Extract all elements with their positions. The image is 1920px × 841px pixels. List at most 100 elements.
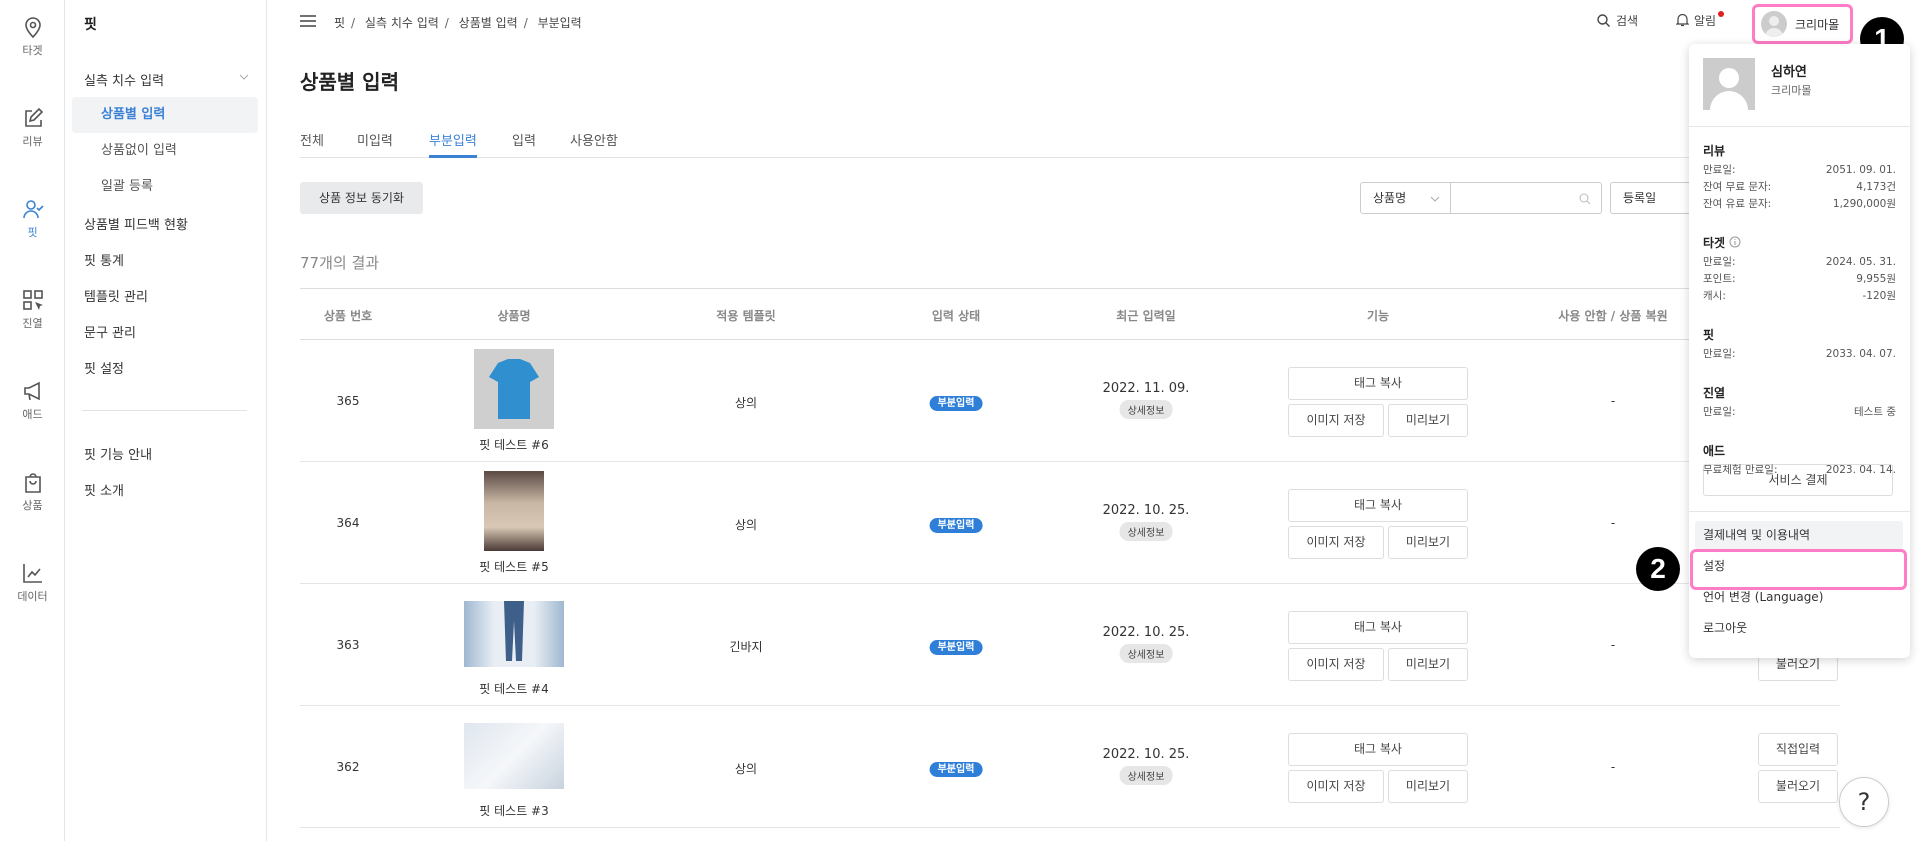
info-label: 캐시: <box>1703 290 1726 302</box>
product-name[interactable]: 핏 테스트 #5 <box>479 558 548 575</box>
detail-info-button[interactable]: 상세정보 <box>1119 766 1173 785</box>
product-image[interactable] <box>464 601 564 667</box>
template-name: 상의 <box>734 518 758 532</box>
chevron-down-icon <box>1430 196 1440 202</box>
save-image-button[interactable]: 이미지 저장 <box>1288 648 1384 681</box>
product-image[interactable] <box>484 471 544 551</box>
save-image-button[interactable]: 이미지 저장 <box>1288 770 1384 803</box>
rail-item-1[interactable]: 리뷰 <box>0 107 65 149</box>
alerts-button[interactable]: 알림 <box>1675 11 1725 29</box>
sidebar-item-feedback[interactable]: 상품별 피드백 현황 <box>84 214 188 233</box>
search-label: 검색 <box>1616 14 1639 28</box>
alerts-label: 알림 <box>1694 14 1717 28</box>
preview-button[interactable]: 미리보기 <box>1388 648 1468 681</box>
rail-item-label: 진열 <box>22 317 43 330</box>
rail-item-3[interactable]: 진열 <box>0 289 65 331</box>
preview-button[interactable]: 미리보기 <box>1388 526 1468 559</box>
product-name[interactable]: 핏 테스트 #4 <box>479 680 548 697</box>
info-line: 만료일: 2024. 05. 31. <box>1703 254 1896 271</box>
sidebar-item-templates[interactable]: 템플릿 관리 <box>84 286 148 305</box>
sidebar-title: 핏 <box>84 17 97 33</box>
tab-disabled[interactable]: 사용안함 <box>570 130 618 158</box>
sidebar-divider <box>82 410 247 411</box>
search-input[interactable] <box>1450 182 1602 214</box>
direct-input-button[interactable]: 직접입력 <box>1758 733 1838 766</box>
search-field-select[interactable]: 상품명 <box>1360 182 1451 214</box>
preview-button[interactable]: 미리보기 <box>1388 404 1468 437</box>
save-image-button[interactable]: 이미지 저장 <box>1288 404 1384 437</box>
tag-copy-button[interactable]: 태그 복사 <box>1288 733 1468 766</box>
megaphone-icon <box>23 381 40 401</box>
search-field-value: 상품명 <box>1373 191 1407 205</box>
sidebar-group-size-input[interactable]: 실측 치수 입력 <box>84 70 249 89</box>
disable-restore-value: - <box>1610 394 1616 408</box>
dropdown-divider <box>1689 126 1910 127</box>
info-value: 2051. 09. 01. <box>1825 164 1896 176</box>
tag-copy-button[interactable]: 태그 복사 <box>1288 367 1468 400</box>
menu-billing-history[interactable]: 결제내역 및 이용내역 <box>1695 521 1903 549</box>
tab-not-entered[interactable]: 미입력 <box>357 130 393 158</box>
sidebar-item-intro[interactable]: 핏 소개 <box>84 480 124 499</box>
sidebar-item-settings[interactable]: 핏 설정 <box>84 358 124 377</box>
product-name[interactable]: 핏 테스트 #6 <box>479 436 548 453</box>
breadcrumb-item[interactable]: 핏 <box>334 16 345 30</box>
shopping-bag-icon <box>24 473 41 493</box>
tab-partial[interactable]: 부분입력 <box>429 130 477 158</box>
disable-restore-value: - <box>1610 638 1616 652</box>
tab-entered[interactable]: 입력 <box>512 130 536 158</box>
col-name: 상품명 <box>497 309 531 323</box>
status-badge: 부분입력 <box>929 762 983 777</box>
rail-item-2[interactable]: 핏 <box>0 198 65 240</box>
sidebar-sub-product-input[interactable]: 상품별 입력 <box>72 97 258 133</box>
rail-item-label: 핏 <box>27 226 38 239</box>
search-icon[interactable] <box>1579 193 1591 205</box>
preview-button[interactable]: 미리보기 <box>1388 770 1468 803</box>
info-icon[interactable] <box>1729 236 1741 248</box>
info-value: -120원 <box>1862 290 1897 302</box>
last-input-date: 2022. 10. 25. <box>1102 503 1190 518</box>
info-label: 무료체험 만료일: <box>1703 464 1778 476</box>
dropdown-section: 애드 무료체험 만료일: 2023. 04. 14. <box>1703 442 1896 479</box>
sync-product-info-button[interactable]: 상품 정보 동기화 <box>300 182 423 214</box>
profile-button[interactable]: 크리마몰 <box>1752 4 1853 44</box>
breadcrumb-item[interactable]: 상품별 입력 <box>459 16 518 30</box>
tag-copy-button[interactable]: 태그 복사 <box>1288 611 1468 644</box>
sidebar-group-label: 실측 치수 입력 <box>84 74 165 89</box>
product-image[interactable] <box>474 349 554 429</box>
detail-info-button[interactable]: 상세정보 <box>1119 522 1173 541</box>
detail-info-button[interactable]: 상세정보 <box>1119 400 1173 419</box>
product-name[interactable]: 핏 테스트 #3 <box>479 802 548 819</box>
sidebar-item-stats[interactable]: 핏 통계 <box>84 250 124 269</box>
breadcrumb-item[interactable]: 실측 치수 입력 <box>365 16 439 30</box>
help-button[interactable]: ? <box>1839 777 1889 827</box>
sidebar-sub-bulk-register[interactable]: 일괄 등록 <box>72 169 258 205</box>
load-button[interactable]: 불러오기 <box>1758 770 1838 803</box>
table-row: 365 핏 테스트 #6 상의 부분입력 2022. 11. 09. 상세정보 태그 복사 이… <box>300 340 1840 462</box>
rail-item-4[interactable]: 애드 <box>0 380 65 422</box>
menu-logout[interactable]: 로그아웃 <box>1695 614 1903 642</box>
rail-item-5[interactable]: 상품 <box>0 471 65 513</box>
last-input-date: 2022. 10. 25. <box>1102 747 1190 762</box>
sidebar-item-phrases[interactable]: 문구 관리 <box>84 322 136 341</box>
save-image-button[interactable]: 이미지 저장 <box>1288 526 1384 559</box>
table-row: 362 핏 테스트 #3 상의 부분입력 2022. 10. 25. 상세정보 태그 복사 이… <box>300 706 1840 828</box>
tab-all[interactable]: 전체 <box>300 130 324 158</box>
user-check-icon <box>22 200 44 219</box>
info-line: 잔여 유료 문자: 1,290,000원 <box>1703 196 1896 213</box>
menu-icon[interactable] <box>300 15 316 27</box>
detail-info-button[interactable]: 상세정보 <box>1119 644 1173 663</box>
rail-item-0[interactable]: 타겟 <box>0 16 65 58</box>
info-label: 만료일: <box>1703 164 1736 176</box>
settings-highlight <box>1690 549 1907 590</box>
col-status: 입력 상태 <box>931 309 981 323</box>
info-line: 만료일: 2051. 09. 01. <box>1703 162 1896 179</box>
product-id: 365 <box>336 394 360 408</box>
table-header: 상품 번호 상품명 적용 템플릿 입력 상태 최근 입력일 기능 사용 안함 /… <box>300 288 1840 340</box>
product-image[interactable] <box>464 723 564 789</box>
sidebar-item-guide[interactable]: 핏 기능 안내 <box>84 444 152 463</box>
search-button[interactable]: 검색 <box>1597 12 1638 29</box>
sidebar-sub-no-product-input[interactable]: 상품없이 입력 <box>72 133 258 169</box>
rail-item-6[interactable]: 데이터 <box>0 562 65 604</box>
info-value: 2033. 04. 07. <box>1825 348 1896 360</box>
tag-copy-button[interactable]: 태그 복사 <box>1288 489 1468 522</box>
